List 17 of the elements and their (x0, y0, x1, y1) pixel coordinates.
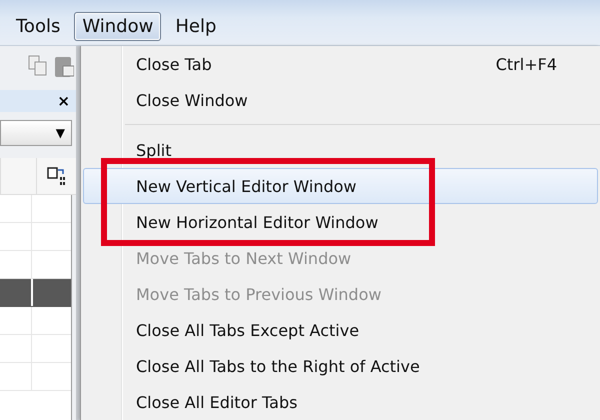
menu-item[interactable]: Close Tab Ctrl+F4 (83, 46, 598, 82)
copy-icon[interactable] (28, 55, 48, 77)
menu-item[interactable]: Close All Tabs Except Active (83, 312, 598, 348)
menu-item[interactable]: Split (83, 132, 598, 168)
menu-item[interactable]: Help (167, 12, 224, 41)
menu-item[interactable]: New Horizontal Editor Window (83, 204, 598, 240)
menu-item[interactable]: Window (74, 12, 162, 41)
menu-item[interactable]: Close Window (83, 82, 598, 118)
dropdown[interactable]: ▼ (0, 120, 72, 146)
convert-icon[interactable] (46, 166, 66, 186)
menu-item[interactable]: Close All Tabs to the Right of Active (83, 348, 598, 384)
menu-item[interactable]: Close All Editor Tabs (83, 384, 598, 420)
menu-item[interactable]: Tools (8, 12, 68, 41)
paste-icon[interactable] (54, 54, 74, 78)
shortcut-label: Ctrl+F4 (496, 54, 557, 74)
menu-item[interactable]: New Vertical Editor Window (83, 168, 598, 204)
grid-row[interactable] (0, 279, 71, 307)
